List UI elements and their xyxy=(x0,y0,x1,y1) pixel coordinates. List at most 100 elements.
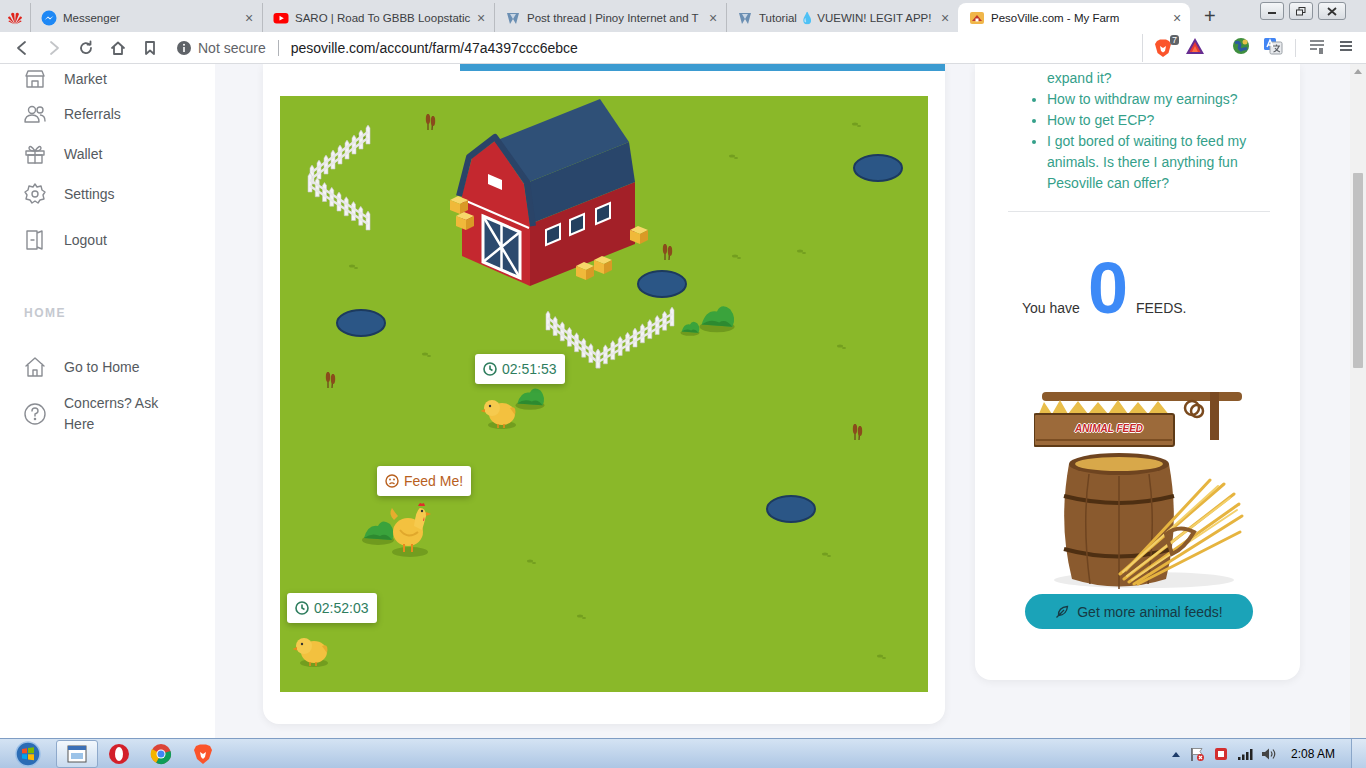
tray-app-icon[interactable] xyxy=(1213,746,1229,762)
scrollbar[interactable] xyxy=(1350,64,1366,738)
brave-shields-button[interactable]: 7 xyxy=(1153,38,1173,58)
bookmark-button[interactable] xyxy=(134,34,166,62)
browser-tab[interactable]: Post thread | Pinoy Internet and T× xyxy=(494,3,726,32)
browser-tab[interactable]: SARO | Road To GBBB Loopstatic × xyxy=(262,3,494,32)
home-button[interactable] xyxy=(102,34,134,62)
address-bar: Not secure pesoville.com/account/farm/47a… xyxy=(0,32,1366,64)
forward-button[interactable] xyxy=(38,34,70,62)
sidebar: MarketReferralsWalletSettingsLogoutHOMEG… xyxy=(0,64,215,738)
feeds-card: expand it? How to withdraw my earnings?Ho… xyxy=(975,64,1300,680)
feed-count: You have0FEEDS. xyxy=(1022,252,1270,324)
reload-button[interactable] xyxy=(70,34,102,62)
show-desktop-button[interactable] xyxy=(1351,739,1366,768)
sidebar-label: Settings xyxy=(64,186,115,202)
feed-count-number: 0 xyxy=(1088,252,1128,324)
pinned-tab[interactable] xyxy=(0,3,30,32)
menu-button[interactable] xyxy=(1338,38,1354,58)
tab-close-button[interactable]: × xyxy=(706,10,720,26)
system-tray: 2:08 AM xyxy=(1171,739,1366,768)
speaker-icon[interactable] xyxy=(1261,747,1277,761)
toolbar-divider xyxy=(1295,39,1296,57)
taskbar-app[interactable] xyxy=(140,740,182,768)
sidebar-item[interactable]: Logout xyxy=(0,220,215,260)
hen[interactable] xyxy=(386,498,436,562)
sidebar-item[interactable]: Go to Home xyxy=(0,347,215,387)
clock-icon xyxy=(483,362,497,376)
timer-tooltip: 02:52:03 xyxy=(287,593,377,623)
header-banner-edge xyxy=(460,64,945,71)
show-hidden-icons-arrow-icon[interactable] xyxy=(1171,750,1181,758)
network-signal-icon[interactable] xyxy=(1237,747,1253,761)
tooltip-text: 02:51:53 xyxy=(502,361,557,377)
feed-me-tooltip[interactable]: Feed Me! xyxy=(377,466,471,496)
clock[interactable]: 2:08 AM xyxy=(1285,747,1343,761)
brave-rewards-button[interactable] xyxy=(1185,36,1205,60)
sidebar-label: Logout xyxy=(64,232,107,248)
farm-field[interactable]: 02:51:53 Feed Me! 02:52:03 xyxy=(280,96,928,692)
help-link[interactable]: expand it? xyxy=(1047,68,1270,89)
tab-close-button[interactable]: × xyxy=(1170,10,1184,26)
gift-icon xyxy=(23,142,47,166)
chrome-icon xyxy=(150,743,172,765)
tab-close-button[interactable]: × xyxy=(474,10,488,26)
logout-door-icon xyxy=(23,228,47,252)
tab-title: SARO | Road To GBBB Loopstatic xyxy=(295,12,468,24)
sidebar-item[interactable]: Market xyxy=(0,64,215,94)
restore-button[interactable] xyxy=(1289,2,1313,20)
translate-button[interactable] xyxy=(1263,36,1283,60)
action-center-flag-icon[interactable] xyxy=(1189,746,1205,762)
extension-button[interactable] xyxy=(1231,36,1251,60)
tab-close-button[interactable]: × xyxy=(242,10,256,26)
reading-list-button[interactable] xyxy=(1308,37,1326,59)
timer-tooltip: 02:51:53 xyxy=(475,354,565,384)
help-link-text: expand it? xyxy=(1047,70,1112,86)
windows-orb-icon xyxy=(15,741,41,767)
taskbar-app[interactable] xyxy=(98,740,140,768)
explorer-window-icon xyxy=(67,745,87,763)
main-area: 02:51:53 Feed Me! 02:52:03 expand it? How to… xyxy=(215,64,1350,738)
page: MarketReferralsWalletSettingsLogoutHOMEG… xyxy=(0,64,1366,738)
tab-close-button[interactable]: × xyxy=(938,10,952,26)
forum-icon xyxy=(505,10,521,26)
sidebar-item[interactable]: Referrals xyxy=(0,94,215,134)
sidebar-item[interactable]: Settings xyxy=(0,174,215,214)
help-link[interactable]: I got bored of waiting to feed my animal… xyxy=(1047,131,1270,194)
browser-tab[interactable]: PesoVille.com - My Farm× xyxy=(958,3,1190,32)
start-button[interactable] xyxy=(0,740,56,768)
shields-count-badge: 7 xyxy=(1170,35,1179,45)
globe-extension-icon xyxy=(1231,36,1251,56)
minimize-button[interactable] xyxy=(1260,2,1284,20)
restore-icon xyxy=(1296,7,1306,16)
sidebar-item[interactable]: Concerns? Ask Here xyxy=(0,393,215,435)
get-feeds-button[interactable]: Get more animal feeds! xyxy=(1025,594,1253,629)
queue-icon xyxy=(1308,37,1326,55)
chick[interactable] xyxy=(480,394,520,434)
home-icon xyxy=(110,40,126,56)
url-text: pesoville.com/account/farm/47a4397ccc6eb… xyxy=(291,40,578,56)
close-button[interactable] xyxy=(1318,2,1346,20)
url-field[interactable]: Not secure pesoville.com/account/farm/47a… xyxy=(166,34,1143,62)
help-link-text: I got bored of waiting to feed my animal… xyxy=(1047,133,1246,191)
bookmark-icon xyxy=(142,40,158,56)
browser-tab[interactable]: Tutorial 💧 VUEWIN! LEGIT APP!× xyxy=(726,3,958,32)
help-link[interactable]: How to get ECP? xyxy=(1047,110,1270,131)
back-button[interactable] xyxy=(6,34,38,62)
sidebar-label: Referrals xyxy=(64,106,121,122)
new-tab-button[interactable]: + xyxy=(1200,5,1220,28)
browser-tab[interactable]: Messenger× xyxy=(30,3,262,32)
house-icon xyxy=(23,355,47,379)
animal-feed-illustration: ANIMAL FEED xyxy=(1034,384,1244,589)
translate-icon xyxy=(1263,36,1283,56)
taskbar-app[interactable] xyxy=(56,740,98,768)
sidebar-item[interactable]: Wallet xyxy=(0,134,215,174)
security-label: Not secure xyxy=(198,40,266,56)
taskbar: 2:08 AM xyxy=(0,738,1366,768)
scrollbar-thumb[interactable] xyxy=(1353,173,1363,368)
market-icon xyxy=(23,67,47,91)
sidebar-label: Market xyxy=(64,71,107,87)
farm-card: 02:51:53 Feed Me! 02:52:03 xyxy=(263,64,945,724)
taskbar-app[interactable] xyxy=(182,740,224,768)
help-link[interactable]: How to withdraw my earnings? xyxy=(1047,89,1270,110)
messenger-icon xyxy=(41,10,57,26)
chick[interactable] xyxy=(292,632,332,672)
